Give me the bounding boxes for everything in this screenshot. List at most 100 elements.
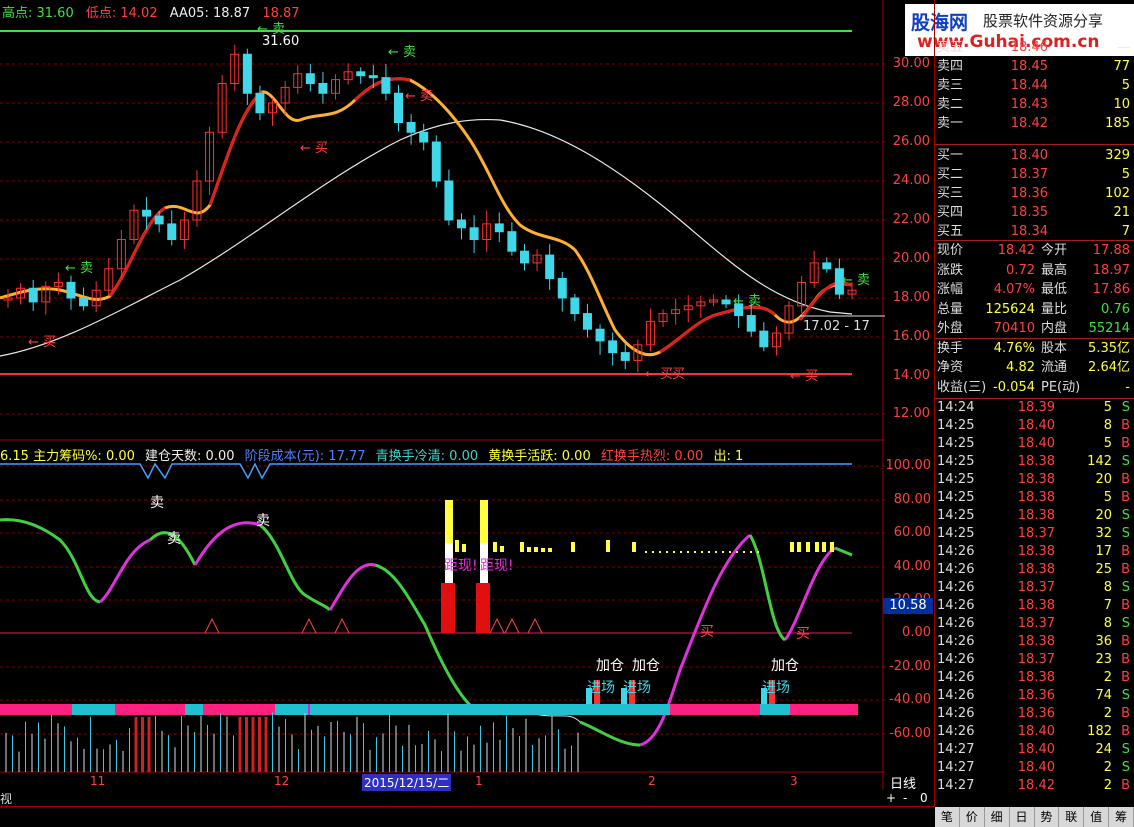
tick-flag: B: [1121, 778, 1130, 793]
active-dot: [736, 551, 738, 553]
active-bar: [455, 540, 459, 552]
panel-tab[interactable]: 价: [960, 807, 985, 827]
indicator-tick-label: 0.00: [902, 625, 931, 640]
tick-flag: B: [1121, 490, 1130, 505]
tick-time: 14:26: [937, 670, 975, 685]
band-segment: [790, 704, 858, 715]
panel-divider: [935, 144, 1134, 145]
build-days: 建仓天数: 0.00: [145, 449, 235, 464]
active-dot: [694, 551, 696, 553]
add-label: 加仓: [632, 658, 660, 674]
sell-flag: ← 卖: [733, 294, 761, 309]
price-tick-label: 14.00: [892, 368, 930, 383]
tick-row: 14:25 18.38 20 S: [935, 507, 1134, 525]
tick-row: 14:26 18.38 36 B: [935, 633, 1134, 651]
tick-flag: S: [1121, 616, 1130, 631]
bid-row[interactable]: 买四 18.35 21: [935, 203, 1134, 222]
price-tick-label: 18.00: [892, 290, 930, 305]
zoom-out-button[interactable]: -: [903, 791, 907, 805]
active-dot: [673, 551, 675, 553]
sell-label: 卖: [150, 495, 164, 511]
panel-tab[interactable]: 联: [1059, 807, 1085, 827]
active-bar: [797, 542, 801, 552]
candle-body: [759, 330, 769, 348]
buy-flag: ← 买: [28, 335, 56, 350]
ask-row[interactable]: 卖一 18.42 185: [935, 114, 1134, 133]
panel-tab[interactable]: 细: [985, 807, 1010, 827]
active-dot: [722, 551, 724, 553]
candle-body: [381, 77, 391, 94]
hot-bar-red: [476, 583, 490, 633]
add-label: 加仓: [596, 658, 624, 674]
candle-body: [721, 299, 731, 305]
bid-row[interactable]: 买一 18.40 329: [935, 146, 1134, 165]
tick-volume: 20: [1095, 472, 1112, 487]
tick-row: 14:26 18.38 17 B: [935, 543, 1134, 561]
active-dot: [729, 551, 731, 553]
bid-row[interactable]: 买五 18.34 7: [935, 222, 1134, 241]
tick-flag: B: [1121, 652, 1130, 667]
candle-body: [507, 231, 517, 252]
panel-tab[interactable]: 笔: [935, 807, 960, 827]
price-tick-label: 24.00: [892, 173, 930, 188]
candle-body: [494, 223, 504, 233]
bid-row[interactable]: 买三 18.36 102: [935, 184, 1134, 203]
tick-price: 18.36: [1017, 688, 1055, 703]
stat-row: 涨跌 0.72 最高 18.97: [935, 261, 1134, 280]
band-segment: [310, 704, 440, 715]
period-button[interactable]: 日线: [890, 773, 916, 792]
active-dot: [680, 551, 682, 553]
band-segment: [275, 704, 308, 715]
stat-label: 股本: [1041, 340, 1068, 356]
kline-chart-area[interactable]: 31.60 ← 卖 ← 卖 ← 卖 ← 卖 ← 卖 ← 买 ← 买 ← 买 买 …: [0, 0, 885, 790]
tick-row: 14:25 18.37 32 S: [935, 525, 1134, 543]
candle-body: [582, 313, 592, 330]
panel-tab[interactable]: 势: [1035, 807, 1060, 827]
stat-label: 总量: [937, 301, 964, 317]
ask-row[interactable]: 卖三 18.44 5: [935, 76, 1134, 95]
panel-tab[interactable]: 值: [1084, 807, 1110, 827]
red-hot: 红换手热烈: 0.00: [600, 449, 704, 464]
sell-flag: ← 卖: [257, 22, 285, 37]
bid-row[interactable]: 买二 18.37 5: [935, 165, 1134, 184]
bid-label: 买一: [937, 148, 964, 163]
out-value: 出: 1: [713, 449, 744, 464]
stat-value: 18.42: [997, 243, 1035, 258]
panel-tab[interactable]: 筹: [1109, 807, 1134, 827]
ask-label: 卖一: [937, 116, 964, 131]
stat-label: 量比: [1041, 301, 1068, 317]
tick-row: 14:26 18.38 2 B: [935, 669, 1134, 687]
ask-row[interactable]: 卖二 18.43 10: [935, 95, 1134, 114]
tick-time: 14:26: [937, 634, 975, 649]
active-dot: [645, 551, 647, 553]
ask-price: 18.45: [1010, 59, 1048, 74]
month-label-3: 3: [790, 774, 798, 788]
tick-volume: 36: [1095, 634, 1112, 649]
tick-time: 14:25: [937, 418, 975, 433]
candle-body: [620, 352, 630, 361]
active-bar: [632, 542, 636, 552]
tick-time: 14:25: [937, 472, 975, 487]
zoom-in-button[interactable]: +: [886, 791, 896, 805]
candle-body: [394, 92, 404, 123]
stat-value: 17.86: [1092, 282, 1130, 297]
price-tick-label: 12.00: [892, 406, 930, 421]
tick-time: 14:27: [937, 742, 975, 757]
tick-volume: 7: [1103, 598, 1112, 613]
ask-row[interactable]: 卖五 18.46 —: [935, 38, 1134, 57]
stat-label: 流通: [1041, 360, 1068, 375]
panel-tab[interactable]: 日: [1010, 807, 1035, 827]
ask-row[interactable]: 卖四 18.45 77: [935, 57, 1134, 76]
buy-flag: 买: [672, 367, 685, 382]
tick-row: 14:24 18.39 5 S: [935, 399, 1134, 417]
tick-price: 18.40: [1017, 760, 1055, 775]
tick-volume: 5: [1103, 400, 1112, 415]
zoom-reset-button[interactable]: 0: [920, 791, 928, 805]
cursor-date: 2015/12/15/二: [362, 774, 452, 791]
buy-label: 买: [700, 624, 714, 640]
active-bar: [806, 542, 810, 552]
panel-tabs: 笔价细日势联值筹: [935, 807, 1134, 827]
ask-price: 18.44: [1010, 78, 1048, 93]
tick-flag: B: [1121, 634, 1130, 649]
tick-flag: S: [1121, 688, 1130, 703]
